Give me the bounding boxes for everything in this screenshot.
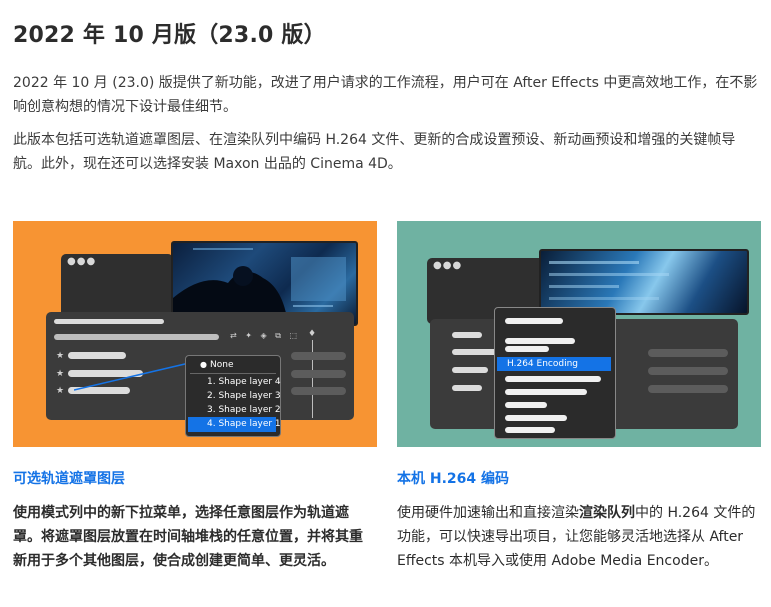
menu-option-bar [505,402,547,408]
menu-option-bar [505,318,563,324]
dropdown-option-selected[interactable]: 4. Shape layer 1 [207,419,281,429]
panel-bar [452,349,498,355]
dropdown-option[interactable]: 2. Shape layer 3 [207,391,281,401]
timeline-bar [291,370,346,378]
feature-desc-track-matte: 使用模式列中的新下拉菜单，选择任意图层作为轨道遮罩。将遮罩图层放置在时间轴堆栈的… [13,505,363,569]
h264-encoding-illustration: ●●● H.264 Encoding [397,221,761,447]
panel-bar [452,367,488,373]
feature-title-track-matte[interactable]: 可选轨道遮罩图层 [13,468,125,488]
timeline-marker-icon: ♦ [308,329,317,339]
panel-title-bar [54,319,164,324]
status-bar [648,385,728,393]
track-matte-illustration: ●●● ⇄ ✦ ◈ ⧉ ⬚ ♦ ★ ★ ★ None ● 1. Shape la… [13,221,377,447]
menu-option-bar [505,389,587,395]
dropdown-option[interactable]: 3. Shape layer 2 [207,405,281,415]
menu-option-bar [505,376,601,382]
star-icon: ★ [56,369,65,379]
format-dropdown[interactable]: H.264 Encoding [494,307,616,439]
selected-dot-icon: ● [200,360,207,369]
toolbar-icons: ⇄ ✦ ◈ ⧉ ⬚ [230,331,301,340]
timeline-bar [291,352,346,360]
menu-option-bar [505,338,575,344]
video-preview-image [539,249,749,315]
timeline-bar [291,387,346,395]
status-bar [648,367,728,375]
menu-option-bar [505,415,567,421]
page-title: 2022 年 10 月版（23.0 版） [13,23,326,48]
star-icon: ★ [56,386,65,396]
feature-desc-h264: 使用硬件加速输出和直接渲染渲染队列中的 H.264 文件的功能，可以快速导出项目… [397,501,759,573]
intro-paragraph: 2022 年 10 月 (23.0) 版提供了新功能，改进了用户请求的工作流程，… [13,75,758,115]
layer-name-bar [54,334,219,340]
window-dots-icon: ●●● [67,256,97,267]
menu-option-bar [505,346,549,352]
divider [190,373,276,374]
dropdown-option-selected[interactable]: H.264 Encoding [507,359,578,369]
feature-desc-part: 使用硬件加速输出和直接渲染 [397,505,579,521]
render-queue-term: 渲染队列 [579,505,635,521]
status-bar [648,349,728,357]
menu-option-bar [505,427,555,433]
track-matte-dropdown[interactable]: None ● 1. Shape layer 4 2. Shape layer 3… [185,355,281,437]
feature-title-h264[interactable]: 本机 H.264 编码 [397,468,509,488]
release-summary-paragraph: 此版本包括可选轨道遮罩图层、在渲染队列中编码 H.264 文件、更新的合成设置预… [13,132,736,172]
star-icon: ★ [56,351,65,361]
panel-bar [452,332,482,338]
dropdown-option[interactable]: 1. Shape layer 4 [207,377,281,387]
window-dots-icon: ●●● [433,260,463,271]
dropdown-option[interactable]: None [210,360,233,370]
panel-bar [452,385,482,391]
